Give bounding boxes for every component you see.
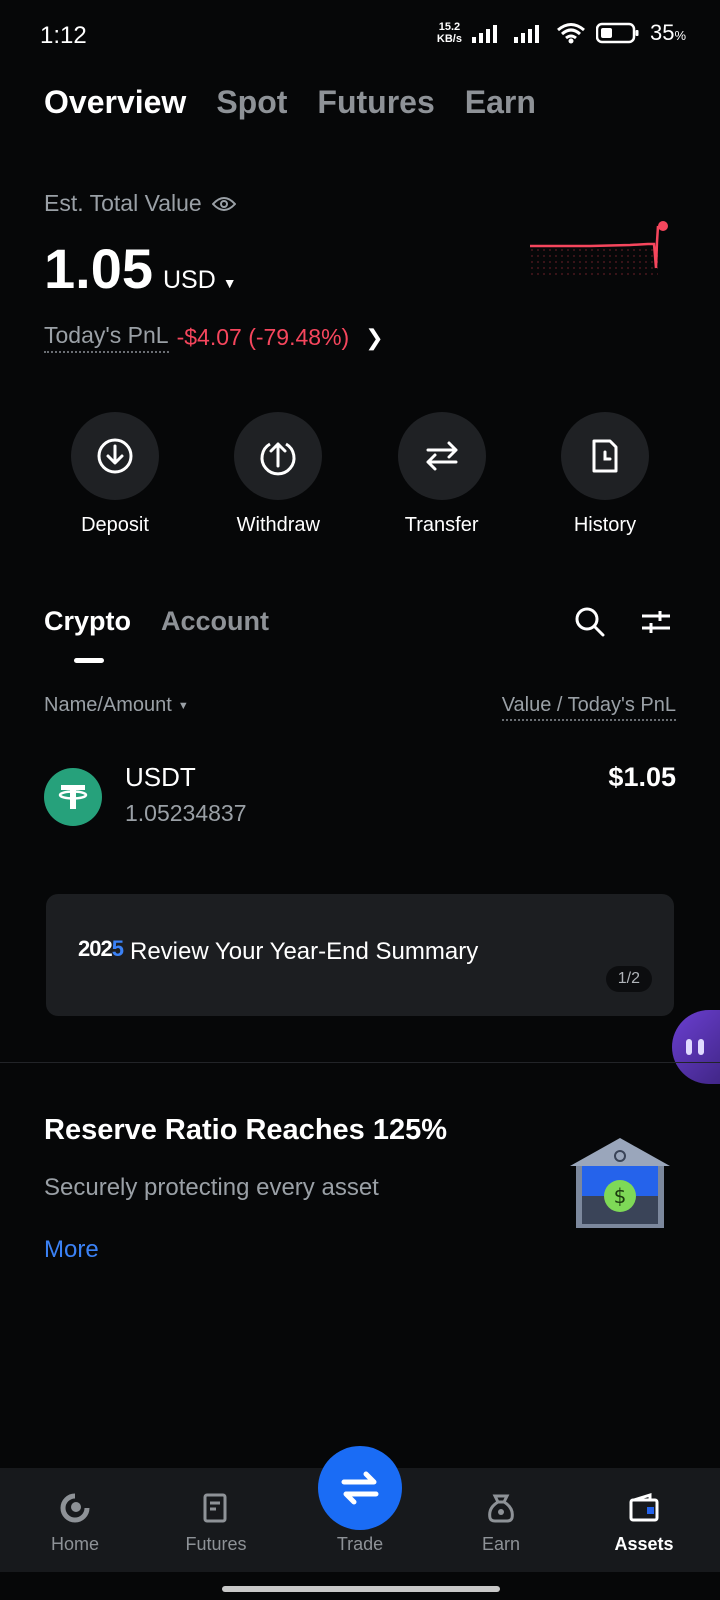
todays-pnl[interactable]: Today's PnL -$4.07 (-79.48%) ❯	[44, 322, 384, 353]
tab-spot[interactable]: Spot	[216, 84, 287, 121]
asset-tabs: Crypto Account	[44, 606, 269, 637]
trade-button[interactable]	[318, 1446, 402, 1530]
wifi-icon	[556, 23, 585, 44]
trade-icon	[341, 1471, 379, 1505]
home-indicator[interactable]	[222, 1586, 500, 1592]
nav-home[interactable]: Home	[15, 1468, 135, 1572]
caret-down-icon: ▼	[177, 699, 189, 712]
year-end-summary-card[interactable]: 2025 Review Your Year-End Summary 1/2	[46, 894, 674, 1016]
carousel-page-indicator: 1/2	[605, 966, 652, 992]
assets-icon	[629, 1492, 659, 1522]
deposit-icon	[71, 412, 159, 500]
bank-vault-icon: $	[570, 1138, 670, 1228]
caret-down-icon: ▼	[222, 275, 237, 291]
nav-futures[interactable]: Futures	[156, 1468, 276, 1572]
network-speed: 15.2 KB/s	[436, 21, 462, 45]
asset-row-usdt[interactable]: USDT 1.05234837 $1.05	[0, 756, 720, 846]
reserve-subtitle: Securely protecting every asset	[44, 1174, 379, 1201]
earn-icon	[488, 1494, 514, 1523]
svg-text:$: $	[614, 1184, 627, 1208]
tab-crypto[interactable]: Crypto	[44, 606, 131, 637]
status-icons: 15.2 KB/s 35%	[437, 20, 686, 46]
tab-account[interactable]: Account	[161, 606, 269, 637]
history-icon	[560, 412, 649, 500]
reserve-title: Reserve Ratio Reaches 125%	[44, 1114, 448, 1146]
currency-selector[interactable]: USD ▼	[163, 266, 237, 295]
asset-symbol: USDT	[125, 762, 196, 792]
transfer-button[interactable]: Transfer	[367, 412, 517, 537]
filter-icon[interactable]	[640, 606, 672, 638]
tab-futures[interactable]: Futures	[317, 84, 434, 121]
active-tab-indicator	[74, 658, 104, 663]
battery-icon	[595, 22, 639, 44]
search-icon[interactable]	[574, 606, 606, 638]
pnl-label: Today's PnL	[44, 322, 169, 353]
battery-percent: 35%	[649, 20, 686, 45]
nav-assets[interactable]: Assets	[584, 1468, 704, 1572]
deposit-button[interactable]: Deposit	[40, 412, 190, 537]
top-tabs: Overview Spot Futures Earn	[44, 84, 536, 121]
sort-name-amount[interactable]: Name/Amount ▼	[44, 694, 189, 717]
withdraw-icon	[234, 412, 323, 500]
column-value-pnl[interactable]: Value / Today's PnL	[501, 694, 676, 721]
signal-icon	[471, 25, 497, 43]
home-icon	[60, 1493, 90, 1523]
balance-sparkline	[530, 221, 668, 278]
signal-icon-2	[513, 25, 539, 43]
summary-text: Review Your Year-End Summary	[130, 938, 479, 965]
total-value-row: 1.05 USD ▼	[44, 236, 237, 301]
tab-overview[interactable]: Overview	[44, 84, 186, 121]
reserve-more-link[interactable]: More	[44, 1236, 99, 1264]
year-2025-logo: 2025	[78, 936, 124, 961]
asset-amount: 1.05234837	[125, 800, 247, 826]
tab-earn[interactable]: Earn	[465, 84, 536, 121]
futures-icon	[203, 1493, 227, 1523]
assistant-bubble[interactable]	[672, 1010, 720, 1084]
pnl-value: -$4.07 (-79.48%)	[176, 324, 350, 350]
divider	[0, 1062, 720, 1063]
nav-earn[interactable]: Earn	[441, 1468, 561, 1572]
est-total-label: Est. Total Value	[44, 190, 236, 217]
usdt-logo-icon	[44, 768, 102, 826]
action-buttons: Deposit Withdraw Transfer History	[40, 412, 680, 537]
eye-icon[interactable]	[211, 196, 236, 212]
history-button[interactable]: History	[530, 412, 680, 537]
withdraw-button[interactable]: Withdraw	[203, 412, 353, 537]
chevron-right-icon: ❯	[365, 324, 384, 350]
transfer-icon	[397, 412, 486, 500]
asset-value: $1.05	[608, 762, 676, 792]
total-value: 1.05	[44, 237, 153, 300]
status-time: 1:12	[40, 22, 87, 49]
